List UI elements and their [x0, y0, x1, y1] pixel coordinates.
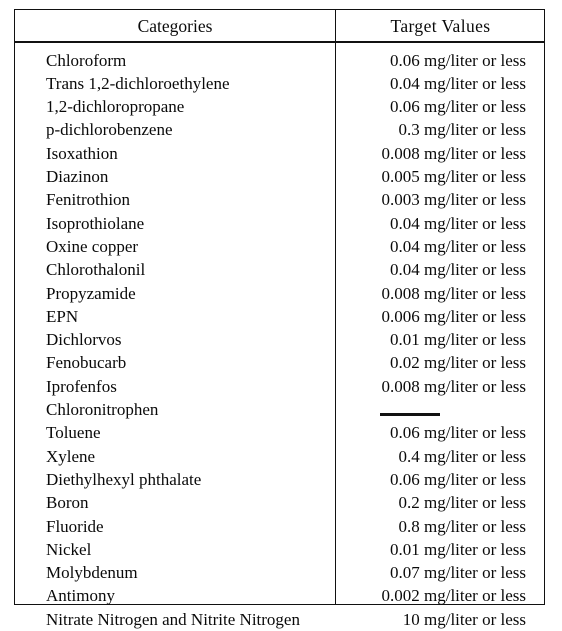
cell-target-value: 0.008 mg/liter or less [381, 143, 526, 163]
cell-category: EPN [46, 306, 79, 326]
cell-target-value: 0.06 mg/liter or less [390, 423, 526, 443]
table-row: Isoprothiolane 0.04 mg/liter or less [15, 212, 544, 235]
cell-category: Antimony [46, 586, 115, 606]
cell-target-value: 0.02 mg/liter or less [390, 353, 526, 373]
cell-target-value: 0.06 mg/liter or less [390, 469, 526, 489]
cell-category: Xylene [46, 446, 96, 466]
table-row: Toluene 0.06 mg/liter or less [15, 421, 544, 444]
cell-category: Trans 1,2-dichloroethylene [46, 73, 230, 93]
table-header-row: Categories Target Values [15, 10, 544, 43]
column-header-target-values: Target Values [390, 16, 491, 36]
cell-target-value: 0.04 mg/liter or less [390, 73, 526, 93]
cell-target-value [337, 398, 526, 421]
table-row: p-dichlorobenzene 0.3 mg/liter or less [15, 118, 544, 141]
cell-category: Chloronitrophen [46, 400, 159, 419]
table-row: Propyzamide 0.008 mg/liter or less [15, 282, 544, 305]
cell-target-value: 10 mg/liter or less [402, 609, 526, 629]
cell-target-value: 0.005 mg/liter or less [381, 167, 526, 186]
cell-category: Isoprothiolane [46, 213, 145, 233]
table-row: Molybdenum 0.07 mg/liter or less [15, 561, 544, 584]
table-row: Chloronitrophen [15, 398, 544, 421]
table-row: Nitrate Nitrogen and Nitrite Nitrogen 10 … [15, 608, 544, 631]
cell-target-value: 0.002 mg/liter or less [381, 586, 526, 606]
table-row: Boron 0.2 mg/liter or less [15, 491, 544, 514]
cell-target-value: 0.06 mg/liter or less [390, 50, 526, 70]
cell-category: Propyzamide [46, 283, 136, 303]
table-row: Chloroform 0.06 mg/liter or less [15, 49, 544, 72]
value-dash-rule [379, 413, 440, 416]
table-row: Iprofenfos 0.008 mg/liter or less [15, 375, 544, 398]
table-row: Dichlorvos 0.01 mg/liter or less [15, 328, 544, 351]
table-body: Chloroform 0.06 mg/liter or less Trans 1,2… [15, 43, 544, 629]
cell-category: Nickel [46, 539, 92, 559]
table-row: Fluoride 0.8 mg/liter or less [15, 515, 544, 538]
table-row: 1,2-dichloropropane 0.06 mg/liter or less [15, 95, 544, 118]
table-row: Fenobucarb 0.02 mg/liter or less [15, 351, 544, 374]
table-row: Diazinon 0.005 mg/liter or less [15, 165, 544, 188]
cell-target-value: 0.04 mg/liter or less [390, 260, 526, 280]
table-row: Chlorothalonil 0.04 mg/liter or less [15, 258, 544, 281]
cell-category: Chloroform [46, 50, 127, 70]
cell-category: Fenobucarb [46, 353, 127, 373]
cell-target-value: 0.06 mg/liter or less [390, 97, 526, 117]
cell-category: Diethylhexyl phthalate [46, 469, 202, 489]
table-row: Oxine copper 0.04 mg/liter or less [15, 235, 544, 258]
cell-category: Dichlorvos [46, 330, 122, 350]
cell-category: Toluene [46, 423, 101, 443]
cell-target-value: 0.008 mg/liter or less [381, 376, 526, 396]
column-header-categories: Categories [137, 16, 213, 36]
table-row: Fenitrothion 0.003 mg/liter or less [15, 188, 544, 211]
cell-target-value: 0.01 mg/liter or less [390, 539, 526, 559]
cell-category: Diazinon [46, 167, 109, 186]
cell-target-value: 0.01 mg/liter or less [390, 330, 526, 350]
cell-category: Fluoride [46, 516, 104, 536]
cell-target-value: 0.07 mg/liter or less [390, 563, 526, 583]
cell-category: Isoxathion [46, 143, 118, 163]
cell-category: Molybdenum [46, 563, 138, 583]
table-row: Isoxathion 0.008 mg/liter or less [15, 142, 544, 165]
cell-target-value: 0.008 mg/liter or less [381, 283, 526, 303]
table-row: Trans 1,2-dichloroethylene 0.04 mg/liter … [15, 72, 544, 95]
cell-target-value: 0.2 mg/liter or less [398, 493, 526, 513]
cell-category: Chlorothalonil [46, 260, 146, 280]
cell-target-value: 0.04 mg/liter or less [390, 213, 526, 233]
table-row: Diethylhexyl phthalate 0.06 mg/liter or l… [15, 468, 544, 491]
cell-target-value: 0.006 mg/liter or less [381, 306, 526, 326]
cell-category: Fenitrothion [46, 190, 131, 210]
table-row: EPN 0.006 mg/liter or less [15, 305, 544, 328]
table-row: Antimony 0.002 mg/liter or less [15, 584, 544, 607]
cell-target-value: 0.04 mg/liter or less [390, 236, 526, 256]
table-row: Nickel 0.01 mg/liter or less [15, 538, 544, 561]
cell-category: p-dichlorobenzene [46, 120, 173, 140]
cell-category: Oxine copper [46, 236, 139, 256]
cell-category: Nitrate Nitrogen and Nitrite Nitrogen [46, 609, 300, 629]
cell-category: Iprofenfos [46, 376, 117, 396]
table-row: Xylene 0.4 mg/liter or less [15, 445, 544, 468]
target-values-table: Categories Target Values Chloroform 0.06 … [14, 9, 545, 629]
cell-target-value: 0.3 mg/liter or less [398, 120, 526, 140]
cell-target-value: 0.4 mg/liter or less [398, 446, 526, 466]
cell-target-value: 0.003 mg/liter or less [381, 190, 526, 210]
cell-category: 1,2-dichloropropane [46, 97, 185, 117]
cell-category: Boron [46, 493, 89, 513]
cell-target-value: 0.8 mg/liter or less [398, 516, 526, 536]
